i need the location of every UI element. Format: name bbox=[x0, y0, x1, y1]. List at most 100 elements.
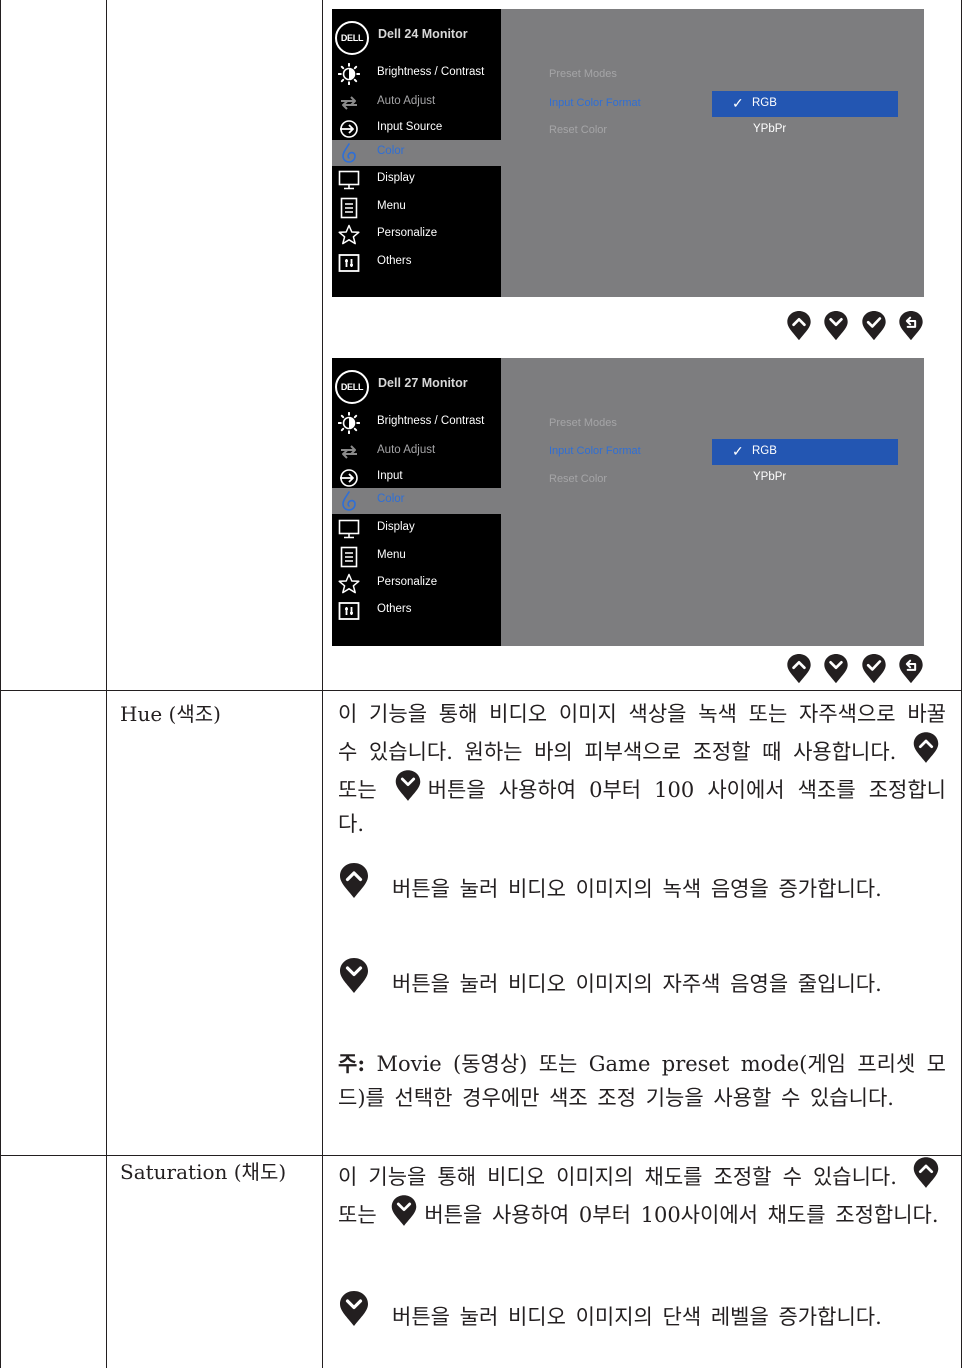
osd-menu-label: Brightness / Contrast bbox=[377, 415, 485, 427]
color-icon bbox=[338, 142, 360, 164]
display-icon bbox=[338, 518, 360, 540]
input-source-icon bbox=[338, 118, 360, 140]
osd-option-label: RGB bbox=[752, 445, 777, 457]
osd-menu-label: Menu bbox=[377, 200, 406, 212]
osd-nav-buttons bbox=[782, 654, 932, 684]
osd-menu-brightness-contrast[interactable]: Brightness / Contrast bbox=[332, 410, 501, 436]
osd-menu-label: Input bbox=[377, 470, 403, 482]
star-icon bbox=[338, 573, 360, 595]
hue-decrease-instruction: 버튼을 눌러 비디오 이미지의 자주색 음영을 줄입니다. bbox=[338, 957, 946, 1001]
osd-submenu-reset-color[interactable]: Reset Color bbox=[549, 473, 607, 485]
auto-adjust-icon bbox=[338, 441, 360, 463]
table-border-col2 bbox=[322, 0, 323, 1368]
osd-menu-menu[interactable]: Menu bbox=[332, 195, 501, 221]
osd-menu-color[interactable]: Color bbox=[332, 488, 501, 514]
osd-submenu-input-color-format[interactable]: Input Color Format bbox=[549, 97, 641, 109]
saturation-description: 이 기능을 통해 비디오 이미지의 채도를 조정할 수 있습니다. 또는 버튼을… bbox=[338, 1156, 946, 1232]
osd-menu-others[interactable]: Others bbox=[332, 598, 501, 624]
osd-menu-label: Brightness / Contrast bbox=[377, 66, 485, 78]
osd-menu-color[interactable]: Color bbox=[332, 140, 501, 166]
osd-menu-auto-adjust[interactable]: Auto Adjust bbox=[332, 439, 501, 465]
osd-submenu-preset-modes[interactable]: Preset Modes bbox=[549, 417, 617, 429]
saturation-increase-instruction: 버튼을 눌러 비디오 이미지의 단색 레벨을 증가합니다. bbox=[338, 1290, 946, 1334]
input-source-icon bbox=[338, 467, 360, 489]
osd-option-rgb[interactable]: ✓ RGB bbox=[712, 439, 898, 465]
osd-model-title: Dell 27 Monitor bbox=[378, 376, 468, 390]
osd-menu-menu[interactable]: Menu bbox=[332, 544, 501, 570]
check-mark-icon: ✓ bbox=[732, 443, 744, 459]
osd-menu-label: Display bbox=[377, 172, 415, 184]
osd-screenshot-27: DELL Dell 27 Monitor Brightness / Contra… bbox=[332, 358, 924, 646]
osd-menu-label: Others bbox=[377, 603, 412, 615]
display-icon bbox=[338, 169, 360, 191]
up-icon[interactable] bbox=[784, 654, 814, 684]
hue-desc-text: 이 기능을 통해 비디오 이미지 색상을 녹색 또는 자주색으로 바꿀 수 있습… bbox=[338, 702, 946, 764]
saturation-increase-text: 버튼을 눌러 비디오 이미지의 단색 레벨을 증가합니다. bbox=[392, 1305, 882, 1329]
osd-menu-brightness-contrast[interactable]: Brightness / Contrast bbox=[332, 61, 501, 87]
check-icon[interactable] bbox=[859, 311, 889, 341]
osd-menu-personalize[interactable]: Personalize bbox=[332, 222, 501, 248]
note-label: 주: bbox=[338, 1051, 366, 1076]
osd-submenu-preset-modes[interactable]: Preset Modes bbox=[549, 68, 617, 80]
osd-menu-label: Auto Adjust bbox=[377, 444, 436, 456]
down-icon[interactable] bbox=[821, 654, 851, 684]
osd-menu-others[interactable]: Others bbox=[332, 250, 501, 276]
osd-menu-display[interactable]: Display bbox=[332, 167, 501, 193]
osd-model-title: Dell 24 Monitor bbox=[378, 27, 468, 41]
hue-note: 주: Movie (동영상) 또는 Game preset mode(게임 프리… bbox=[338, 1047, 946, 1115]
brightness-icon bbox=[338, 63, 360, 85]
up-icon bbox=[338, 862, 370, 900]
osd-menu-label: Color bbox=[377, 145, 405, 157]
check-icon[interactable] bbox=[859, 654, 889, 684]
table-border-left bbox=[0, 0, 1, 1368]
hue-desc-text-2: 버튼을 사용하여 0부터 100 사이에서 색조를 조정합니다. bbox=[338, 778, 946, 836]
saturation-desc-or: 또는 bbox=[338, 1203, 377, 1227]
hue-decrease-text: 버튼을 눌러 비디오 이미지의 자주색 음영을 줄입니다. bbox=[392, 972, 882, 996]
osd-menu-label: Input Source bbox=[377, 121, 443, 133]
osd-option-ypbpr[interactable]: YPbPr bbox=[753, 471, 786, 483]
osd-menu-auto-adjust[interactable]: Auto Adjust bbox=[332, 90, 501, 116]
osd-menu-label: Color bbox=[377, 493, 405, 505]
saturation-desc-text-2: 버튼을 사용하여 0부터 100사이에서 채도를 조정합니다. bbox=[424, 1203, 939, 1227]
check-mark-icon: ✓ bbox=[732, 95, 744, 111]
hue-desc-or: 또는 bbox=[338, 778, 377, 802]
star-icon bbox=[338, 224, 360, 246]
osd-menu-label: Menu bbox=[377, 549, 406, 561]
osd-menu-label: Display bbox=[377, 521, 415, 533]
table-border-col1 bbox=[106, 0, 107, 1368]
osd-screenshot-24: DELL Dell 24 Monitor Brightness / Contra… bbox=[332, 9, 924, 297]
osd-submenu-reset-color[interactable]: Reset Color bbox=[549, 124, 607, 136]
osd-option-ypbpr[interactable]: YPbPr bbox=[753, 123, 786, 135]
osd-submenu-input-color-format[interactable]: Input Color Format bbox=[549, 445, 641, 457]
up-icon bbox=[912, 731, 940, 765]
table-border-right bbox=[961, 0, 962, 1368]
dell-logo: DELL bbox=[335, 21, 369, 55]
others-icon bbox=[338, 252, 360, 274]
down-icon[interactable] bbox=[821, 311, 851, 341]
table-row-divider-1 bbox=[0, 690, 962, 691]
others-icon bbox=[338, 600, 360, 622]
down-icon bbox=[394, 769, 422, 803]
up-icon bbox=[912, 1156, 940, 1190]
osd-menu-display[interactable]: Display bbox=[332, 516, 501, 542]
osd-menu-label: Personalize bbox=[377, 576, 438, 588]
menu-icon bbox=[338, 546, 360, 568]
saturation-desc-text: 이 기능을 통해 비디오 이미지의 채도를 조정할 수 있습니다. bbox=[338, 1165, 897, 1189]
back-icon[interactable] bbox=[896, 311, 926, 341]
brightness-icon bbox=[338, 412, 360, 434]
up-icon[interactable] bbox=[784, 311, 814, 341]
osd-option-rgb[interactable]: ✓ RGB bbox=[712, 91, 898, 117]
osd-menu-label: Personalize bbox=[377, 227, 438, 239]
down-icon bbox=[338, 957, 370, 995]
hue-note-text: Movie (동영상) 또는 Game preset mode(게임 프리셋 모… bbox=[338, 1052, 946, 1110]
auto-adjust-icon bbox=[338, 92, 360, 114]
down-icon bbox=[338, 1290, 370, 1328]
osd-menu-label: Auto Adjust bbox=[377, 95, 436, 107]
osd-menu-personalize[interactable]: Personalize bbox=[332, 571, 501, 597]
hue-label: Hue (색조) bbox=[120, 702, 221, 726]
osd-option-label: RGB bbox=[752, 97, 777, 109]
osd-menu-input-source[interactable]: Input Source bbox=[332, 116, 501, 142]
hue-description: 이 기능을 통해 비디오 이미지 색상을 녹색 또는 자주색으로 바꿀 수 있습… bbox=[338, 697, 946, 841]
back-icon[interactable] bbox=[896, 654, 926, 684]
down-icon bbox=[390, 1194, 418, 1228]
